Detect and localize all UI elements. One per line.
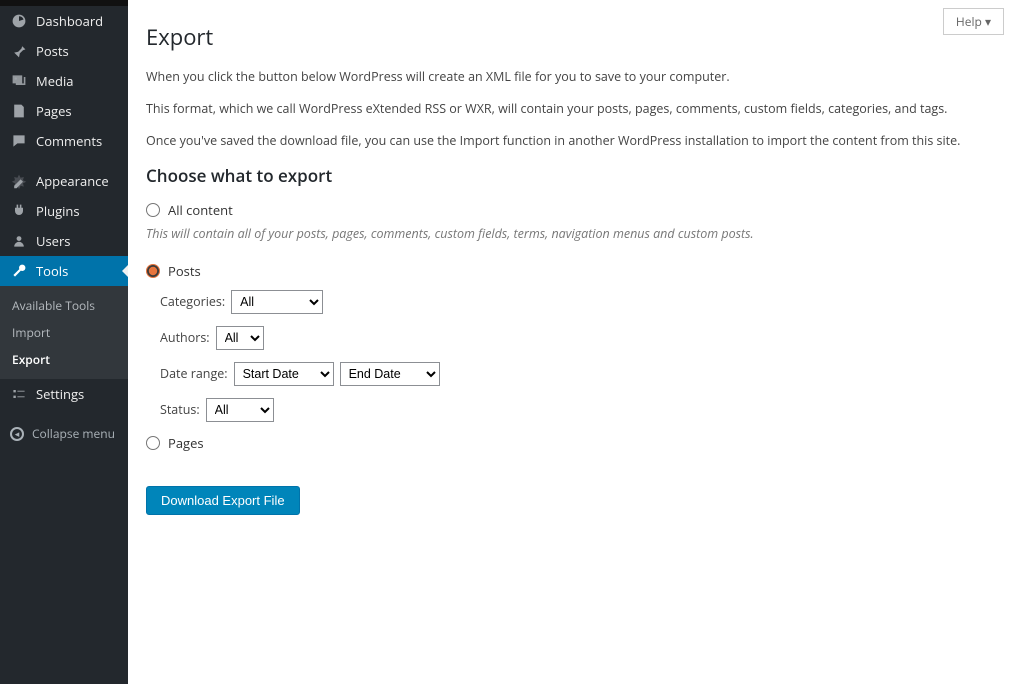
- all-content-description: This will contain all of your posts, pag…: [146, 225, 1004, 243]
- sidebar-item-label: Dashboard: [36, 12, 103, 30]
- status-select[interactable]: All: [206, 398, 274, 422]
- radio-pages[interactable]: [146, 436, 160, 450]
- collapse-menu[interactable]: ◂ Collapse menu: [0, 417, 128, 450]
- start-date-select[interactable]: Start Date: [234, 362, 334, 386]
- sidebar-item-media[interactable]: Media: [0, 66, 128, 96]
- plugins-icon: [10, 202, 28, 220]
- page-title: Export: [146, 22, 1004, 52]
- sidebar-item-users[interactable]: Users: [0, 226, 128, 256]
- media-icon: [10, 72, 28, 90]
- submenu-import[interactable]: Import: [0, 319, 128, 346]
- tools-icon: [10, 262, 28, 280]
- admin-sidebar: Dashboard Posts Media Pages Comments: [0, 0, 128, 684]
- choose-export-title: Choose what to export: [146, 164, 1004, 187]
- radio-pages-label: Pages: [168, 434, 204, 452]
- comments-icon: [10, 132, 28, 150]
- radio-posts-label: Posts: [168, 262, 201, 280]
- collapse-label: Collapse menu: [32, 425, 115, 442]
- authors-select[interactable]: All: [216, 326, 264, 350]
- sidebar-item-label: Appearance: [36, 172, 109, 190]
- option-posts: Posts: [146, 262, 1004, 280]
- categories-select[interactable]: All: [231, 290, 323, 314]
- settings-icon: [10, 385, 28, 403]
- intro-paragraph-2: This format, which we call WordPress eXt…: [146, 100, 1004, 118]
- field-status: Status: All: [160, 398, 1004, 422]
- authors-label: Authors:: [160, 329, 210, 346]
- field-authors: Authors: All: [160, 326, 1004, 350]
- option-pages: Pages: [146, 434, 1004, 452]
- pin-icon: [10, 42, 28, 60]
- download-export-button[interactable]: Download Export File: [146, 486, 300, 515]
- appearance-icon: [10, 172, 28, 190]
- status-label: Status:: [160, 401, 200, 418]
- date-range-label: Date range:: [160, 365, 228, 382]
- submenu-export[interactable]: Export: [0, 346, 128, 373]
- sidebar-item-appearance[interactable]: Appearance: [0, 166, 128, 196]
- radio-posts[interactable]: [146, 264, 160, 278]
- users-icon: [10, 232, 28, 250]
- radio-all-content-label: All content: [168, 201, 233, 219]
- end-date-select[interactable]: End Date: [340, 362, 440, 386]
- dashboard-icon: [10, 12, 28, 30]
- sidebar-item-comments[interactable]: Comments: [0, 126, 128, 156]
- field-categories: Categories: All: [160, 290, 1004, 314]
- sidebar-item-pages[interactable]: Pages: [0, 96, 128, 126]
- categories-label: Categories:: [160, 293, 225, 310]
- sidebar-item-tools[interactable]: Tools: [0, 256, 128, 286]
- sidebar-item-label: Media: [36, 72, 73, 90]
- sidebar-item-label: Posts: [36, 42, 69, 60]
- sidebar-item-label: Plugins: [36, 202, 80, 220]
- sidebar-item-settings[interactable]: Settings: [0, 379, 128, 409]
- sidebar-item-label: Settings: [36, 385, 84, 403]
- radio-all-content[interactable]: [146, 203, 160, 217]
- sidebar-item-posts[interactable]: Posts: [0, 36, 128, 66]
- intro-paragraph-3: Once you've saved the download file, you…: [146, 132, 1004, 150]
- sidebar-item-label: Users: [36, 232, 70, 250]
- submenu-available-tools[interactable]: Available Tools: [0, 292, 128, 319]
- help-tab[interactable]: Help ▾: [943, 8, 1004, 35]
- field-date-range: Date range: Start Date End Date: [160, 362, 1004, 386]
- sidebar-item-dashboard[interactable]: Dashboard: [0, 6, 128, 36]
- posts-subform: Categories: All Authors: All Date range:…: [160, 290, 1004, 422]
- intro-paragraph-1: When you click the button below WordPres…: [146, 68, 1004, 86]
- option-all-content: All content: [146, 201, 1004, 219]
- sidebar-item-plugins[interactable]: Plugins: [0, 196, 128, 226]
- sidebar-item-label: Pages: [36, 102, 72, 120]
- tools-submenu: Available Tools Import Export: [0, 286, 128, 379]
- sidebar-item-label: Comments: [36, 132, 102, 150]
- pages-icon: [10, 102, 28, 120]
- main-content: Help ▾ Export When you click the button …: [128, 0, 1024, 684]
- collapse-icon: ◂: [10, 427, 24, 441]
- sidebar-item-label: Tools: [36, 262, 68, 280]
